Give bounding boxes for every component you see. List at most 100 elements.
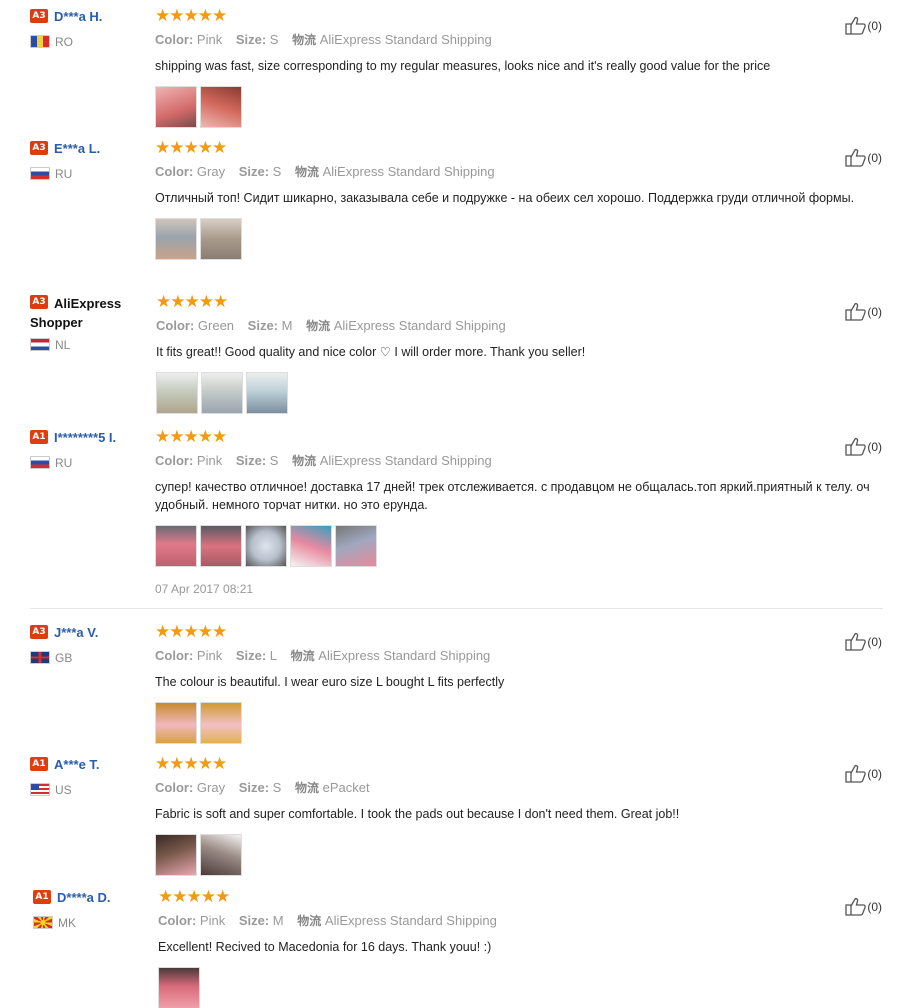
color-label: Color: [158,913,197,928]
useful-button[interactable]: (0) [845,632,882,651]
useful-count: (0) [867,151,882,165]
buyer-country: GB [30,651,72,665]
country-code: NL [55,338,71,352]
buyer-level-badge: A3 [30,141,48,155]
review-date: 07 Apr 2017 08:21 [155,582,254,596]
country-code: RU [55,456,73,470]
buyer-name[interactable]: J***a V. [54,625,98,640]
color-value: Gray [196,780,226,795]
review-photos [158,967,878,1008]
shipping-method: AliExpress Standard Shipping [319,32,492,47]
review-content: ★★★★★ Color: Pink Size: L 物流 AliExpress … [155,623,875,744]
buyer-name[interactable]: I********5 I. [54,430,116,445]
buyer-info: A1 A***e T. US [30,756,148,797]
useful-count: (0) [867,440,882,454]
country-code: US [55,783,72,797]
size-value: M [272,913,284,928]
buyer-info: A3 E***a L. RU [30,140,148,181]
logistics-label: 物流 [297,914,322,928]
review-photo[interactable] [200,525,242,567]
size-value: S [269,32,279,47]
logistics-label: 物流 [306,319,331,333]
useful-button[interactable]: (0) [845,437,882,456]
logistics-label: 物流 [294,165,319,179]
size-value: S [272,780,282,795]
flag-ru-icon [30,167,50,180]
country-code: RO [55,35,73,49]
review-photos [155,218,875,260]
shipping-method: AliExpress Standard Shipping [333,318,506,333]
buyer-level-badge: A3 [30,625,48,639]
review-content: ★★★★★ Color: Gray Size: S 物流 ePacket Fab… [155,754,875,876]
review-content: ★★★★★ Color: Gray Size: S 物流 AliExpress … [155,139,875,260]
thumbs-up-icon [845,148,867,167]
review-photo[interactable] [335,525,377,567]
review-photo[interactable] [290,525,332,567]
size-value: S [272,164,282,179]
buyer-info: A3 D***a H. RO [30,8,148,49]
star-rating: ★★★★★ [156,292,228,311]
review-photo[interactable] [200,702,242,744]
country-code: RU [55,167,73,181]
size-label: Size: [235,453,267,468]
shipping-method: AliExpress Standard Shipping [322,164,495,179]
review-photo[interactable] [156,372,198,414]
buyer-country: NL [30,338,70,352]
review-photo[interactable] [200,834,242,876]
buyer-info: A3 AliExpress Shopper NL [30,294,148,352]
buyer-country: RO [30,35,73,49]
logistics-label: 物流 [290,649,315,663]
color-value: Pink [196,648,223,663]
buyer-name[interactable]: A***e T. [54,757,100,772]
shipping-method: AliExpress Standard Shipping [318,648,491,663]
size-value: L [269,648,278,663]
size-value: M [281,318,293,333]
order-info: Color: Pink Size: L 物流 AliExpress Standa… [155,647,875,664]
divider [30,608,883,609]
shipping-method: AliExpress Standard Shipping [324,913,497,928]
useful-button[interactable]: (0) [845,148,882,167]
size-label: Size: [247,318,279,333]
logistics-label: 物流 [292,33,317,47]
review-photo[interactable] [155,834,197,876]
useful-button[interactable]: (0) [845,897,882,916]
thumbs-up-icon [845,16,867,35]
review-photo[interactable] [201,372,243,414]
review-text: The colour is beautiful. I wear euro siz… [155,675,505,689]
useful-button[interactable]: (0) [845,764,882,783]
color-label: Color: [156,318,195,333]
review-content: ★★★★★ Color: Green Size: M 物流 AliExpress… [156,292,876,414]
useful-count: (0) [867,767,882,781]
flag-nl-icon [30,338,50,351]
buyer-level-badge: A1 [30,757,48,771]
review-photo[interactable] [245,525,287,567]
review-content: ★★★★★ Color: Pink Size: S 物流 AliExpress … [155,428,875,596]
buyer-country: MK [33,916,76,930]
buyer-country: RU [30,167,72,181]
shipping-method: AliExpress Standard Shipping [319,453,492,468]
review-text: Excellent! Recived to Macedonia for 16 d… [158,940,492,954]
buyer-name[interactable]: D****a D. [57,890,110,905]
order-info: Color: Pink Size: S 物流 AliExpress Standa… [155,31,875,48]
review-photo[interactable] [155,525,197,567]
color-value: Pink [196,453,223,468]
buyer-level-badge: A3 [30,295,48,309]
review-photo[interactable] [158,967,200,1008]
buyer-name[interactable]: E***a L. [54,141,100,156]
review-photo[interactable] [200,218,242,260]
review-photo[interactable] [155,218,197,260]
buyer-name[interactable]: D***a H. [54,9,102,24]
color-value: Gray [196,164,226,179]
country-code: GB [55,651,73,665]
useful-button[interactable]: (0) [845,16,882,35]
review-photo[interactable] [155,86,197,128]
review-photo[interactable] [155,702,197,744]
review-photo[interactable] [246,372,288,414]
star-rating: ★★★★★ [155,754,227,773]
thumbs-up-icon [845,302,867,321]
review-text: Отличный топ! Сидит шикарно, заказывала … [155,191,855,205]
useful-button[interactable]: (0) [845,302,882,321]
review-content: ★★★★★ Color: Pink Size: M 物流 AliExpress … [158,888,878,1008]
review-photo[interactable] [200,86,242,128]
review-text: Fabric is soft and super comfortable. I … [155,807,680,821]
